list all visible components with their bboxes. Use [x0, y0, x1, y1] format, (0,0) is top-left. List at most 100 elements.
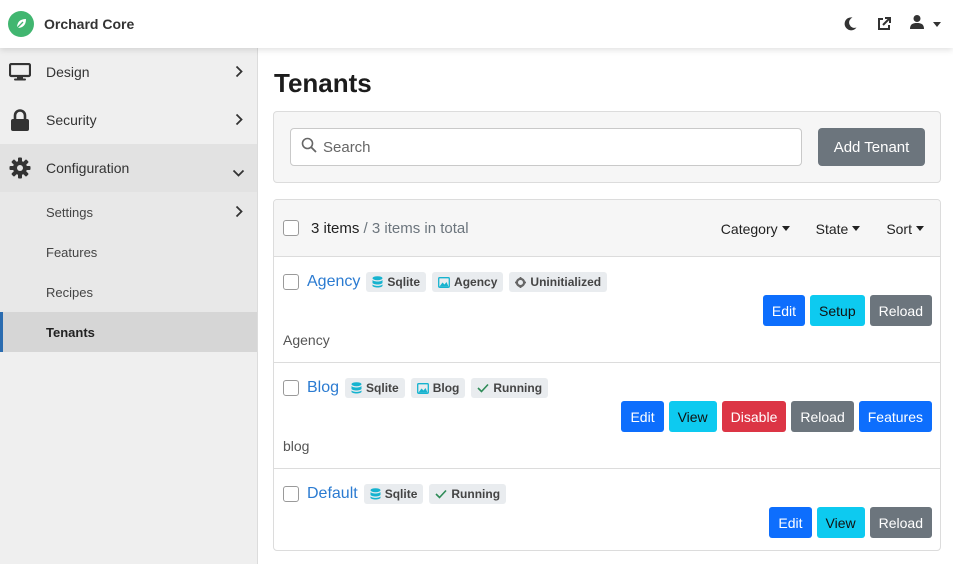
- sidebar-item-label: Settings: [46, 204, 93, 220]
- sidebar-item-label: Security: [46, 112, 97, 128]
- reload-button[interactable]: Reload: [869, 507, 932, 538]
- database-icon: [370, 488, 381, 500]
- search-box[interactable]: [290, 128, 802, 166]
- category-filter[interactable]: Category: [721, 221, 790, 237]
- caret-down-icon: [852, 226, 861, 231]
- tenant-name-link[interactable]: Agency: [307, 273, 360, 291]
- recipe-badge-label: Agency: [454, 275, 498, 289]
- sidebar-item-design[interactable]: Design: [0, 48, 257, 96]
- disable-button[interactable]: Disable: [721, 401, 787, 432]
- list-header: 3 items / 3 items in total Category Stat…: [274, 200, 940, 257]
- check-icon: [435, 489, 447, 499]
- cog-icon: [515, 276, 527, 288]
- edit-button[interactable]: Edit: [762, 295, 806, 326]
- state-badge-label: Uninitialized: [530, 275, 602, 289]
- state-badge-label: Running: [493, 381, 543, 395]
- sidebar-item-tenants[interactable]: Tenants: [0, 312, 257, 352]
- sort-filter[interactable]: Sort: [886, 221, 924, 237]
- user-menu[interactable]: [909, 14, 941, 35]
- tenant-checkbox[interactable]: [283, 380, 299, 396]
- database-badge-label: Sqlite: [384, 487, 418, 501]
- sidebar-item-label: Recipes: [46, 284, 93, 300]
- database-badge: Sqlite: [363, 484, 424, 504]
- sidebar-item-label: Tenants: [46, 324, 95, 340]
- brand[interactable]: Orchard Core: [8, 11, 134, 37]
- tenant-actions: Edit View Disable Reload Features: [621, 401, 932, 432]
- caret-down-icon: [916, 226, 924, 231]
- state-badge: Uninitialized: [509, 272, 608, 292]
- state-filter[interactable]: State: [816, 221, 861, 237]
- view-button[interactable]: View: [668, 401, 717, 432]
- view-button[interactable]: View: [816, 507, 865, 538]
- sidebar-item-features[interactable]: Features: [0, 232, 257, 272]
- tenant-row-header: Default Sqlite Running: [283, 484, 507, 504]
- caret-down-icon: [933, 21, 941, 27]
- brand-title: Orchard Core: [44, 16, 135, 32]
- user-icon: [909, 14, 925, 35]
- tenant-list: 3 items / 3 items in total Category Stat…: [273, 199, 941, 551]
- tenant-name-link[interactable]: Blog: [307, 379, 339, 397]
- tenant-checkbox[interactable]: [283, 274, 299, 290]
- top-actions: [841, 0, 941, 48]
- tenant-name-link[interactable]: Default: [307, 485, 358, 503]
- edit-button[interactable]: Edit: [769, 507, 812, 538]
- gear-icon: [9, 157, 31, 179]
- tenant-actions: Edit View Reload: [769, 507, 932, 538]
- sidebar-item-recipes[interactable]: Recipes: [0, 272, 257, 312]
- configuration-submenu: Settings Features Recipes Tenants: [0, 192, 257, 352]
- sidebar-item-security[interactable]: Security: [0, 96, 257, 144]
- list-filters: Category State Sort: [721, 200, 924, 257]
- check-icon: [477, 383, 489, 393]
- chevron-right-icon: [235, 113, 243, 131]
- chevron-right-icon: [235, 65, 243, 83]
- database-icon: [372, 276, 383, 288]
- reload-button[interactable]: Reload: [791, 401, 854, 432]
- chevron-right-icon: [235, 205, 243, 221]
- recipe-badge-label: Blog: [432, 381, 460, 395]
- sidebar-item-label: Design: [46, 64, 90, 80]
- caret-down-icon: [781, 226, 790, 231]
- sidebar-item-settings[interactable]: Settings: [0, 192, 257, 232]
- tenant-row-header: Blog Sqlite Blog Running: [283, 378, 549, 398]
- item-count-label: 3 items: [311, 219, 360, 237]
- recipe-badge: Agency: [432, 272, 504, 292]
- edit-button[interactable]: Edit: [621, 401, 664, 432]
- features-button[interactable]: Features: [858, 401, 932, 432]
- moon-icon[interactable]: [841, 15, 859, 33]
- reload-button[interactable]: Reload: [869, 295, 932, 326]
- tenant-checkbox[interactable]: [283, 486, 299, 502]
- main-content: Tenants Add Tenant 3 items / 3 items in …: [258, 48, 953, 564]
- search-card: Add Tenant: [273, 111, 941, 183]
- state-badge: Running: [471, 378, 549, 398]
- tenant-row: Agency Sqlite Agency Uninitialized Edit …: [274, 257, 940, 363]
- setup-button[interactable]: Setup: [810, 295, 865, 326]
- item-total-label: / 3 items in total: [363, 219, 469, 237]
- state-badge: Running: [429, 484, 507, 504]
- tenant-row: Blog Sqlite Blog Running Edit View Disab…: [274, 363, 940, 469]
- database-badge-label: Sqlite: [366, 381, 399, 395]
- tenant-row: Default Sqlite Running Edit View Reload: [274, 469, 940, 550]
- tenant-actions: Edit Setup Reload: [762, 295, 932, 326]
- monitor-icon: [9, 63, 31, 81]
- sidebar-item-label: Features: [46, 244, 98, 260]
- tenant-description: blog: [283, 438, 310, 454]
- external-link-icon[interactable]: [875, 15, 893, 33]
- image-icon: [438, 276, 450, 288]
- orchard-logo-icon: [8, 11, 34, 37]
- chevron-down-icon: [232, 164, 245, 182]
- recipe-badge: Blog: [410, 378, 466, 398]
- state-badge-label: Running: [451, 487, 501, 501]
- sidebar-item-configuration[interactable]: Configuration: [0, 144, 257, 192]
- search-icon: [301, 137, 317, 158]
- page-title: Tenants: [274, 68, 372, 98]
- database-badge: Sqlite: [345, 378, 405, 398]
- select-all-checkbox[interactable]: [283, 220, 299, 236]
- add-tenant-button[interactable]: Add Tenant: [818, 128, 925, 166]
- sidebar: Design Security Configuration Settings F…: [0, 48, 258, 564]
- sort-filter-label: Sort: [886, 220, 912, 237]
- search-input[interactable]: [323, 138, 793, 156]
- tenant-row-header: Agency Sqlite Agency Uninitialized: [283, 272, 608, 292]
- database-badge: Sqlite: [366, 272, 427, 292]
- image-icon: [416, 382, 429, 394]
- sidebar-item-label: Configuration: [46, 160, 130, 176]
